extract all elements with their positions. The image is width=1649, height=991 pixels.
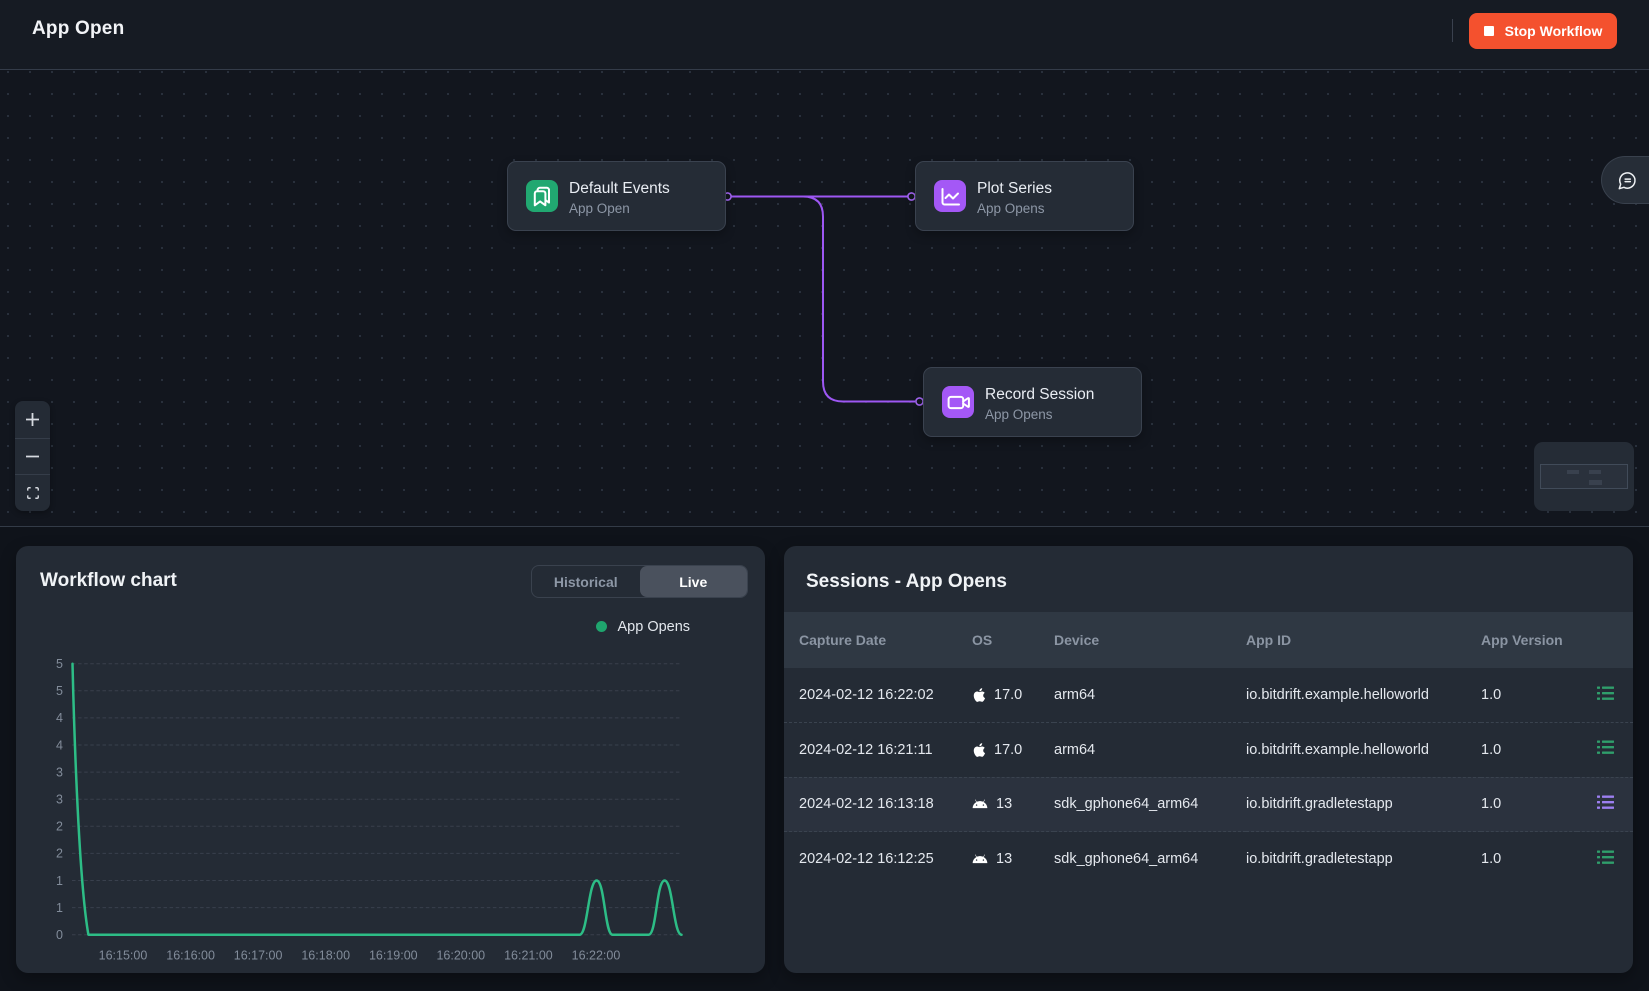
svg-text:3: 3 (56, 793, 63, 807)
svg-text:2: 2 (56, 820, 63, 834)
svg-text:16:18:00: 16:18:00 (301, 949, 350, 963)
svg-text:16:20:00: 16:20:00 (436, 949, 485, 963)
svg-text:16:19:00: 16:19:00 (369, 949, 418, 963)
svg-text:5: 5 (56, 657, 63, 671)
svg-text:0: 0 (56, 928, 63, 942)
svg-text:16:17:00: 16:17:00 (234, 949, 283, 963)
svg-text:16:21:00: 16:21:00 (504, 949, 553, 963)
svg-text:5: 5 (56, 684, 63, 698)
svg-text:3: 3 (56, 765, 63, 779)
svg-text:1: 1 (56, 901, 63, 915)
svg-text:2: 2 (56, 847, 63, 861)
svg-text:1: 1 (56, 874, 63, 888)
svg-text:4: 4 (56, 711, 63, 725)
svg-text:4: 4 (56, 738, 63, 752)
svg-text:16:22:00: 16:22:00 (572, 949, 621, 963)
svg-text:16:16:00: 16:16:00 (166, 949, 215, 963)
svg-text:16:15:00: 16:15:00 (99, 949, 148, 963)
